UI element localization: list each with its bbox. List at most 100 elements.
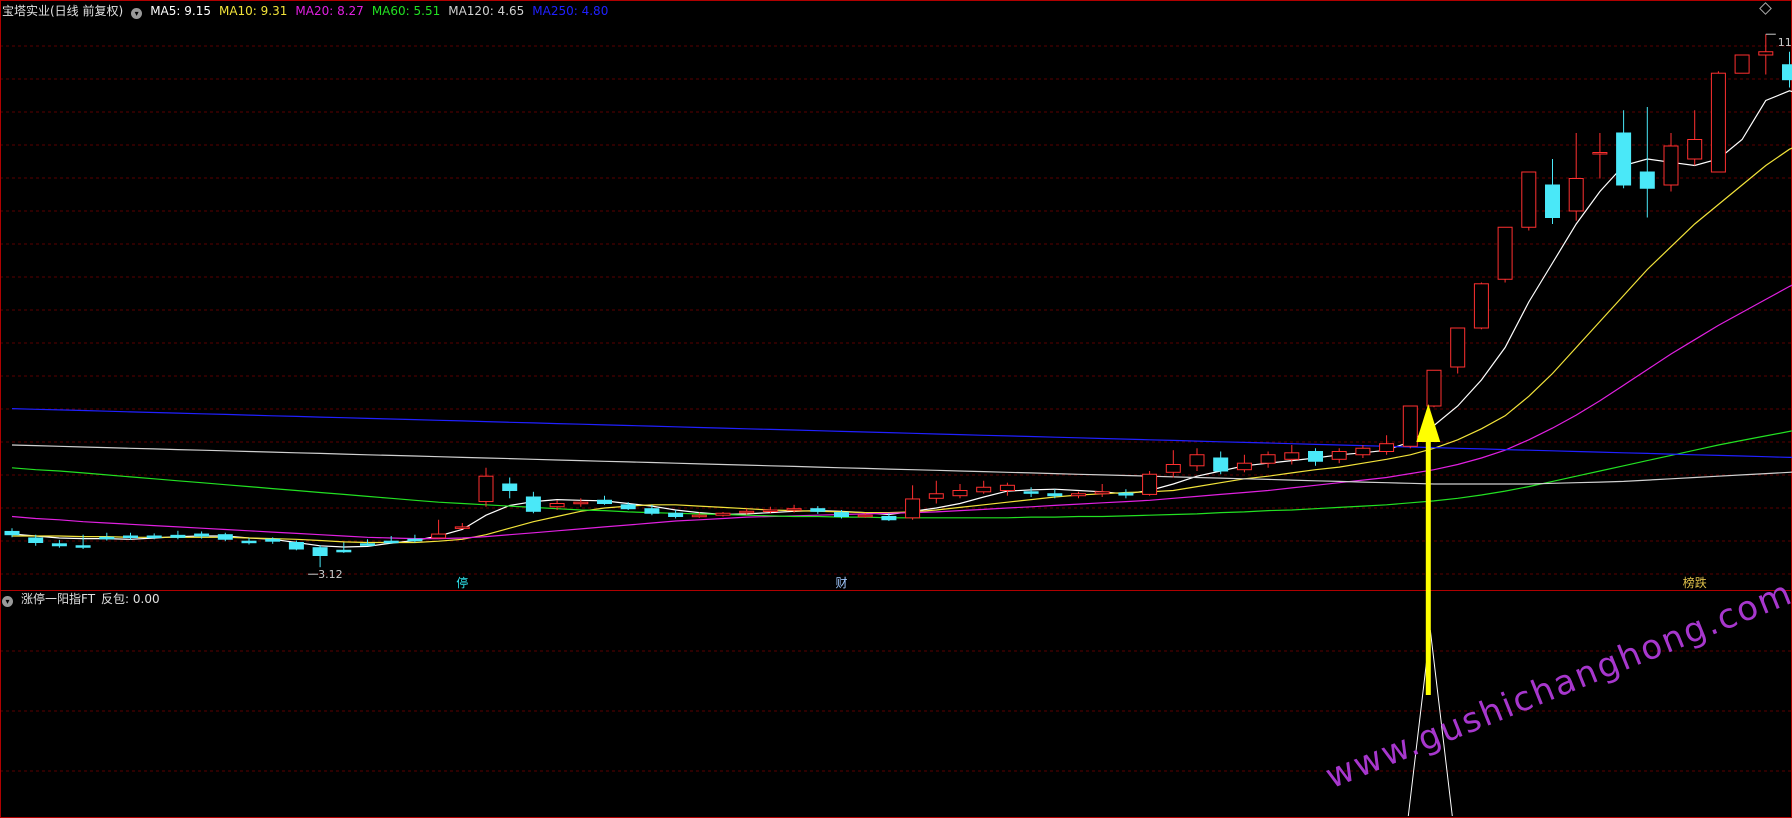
candle[interactable] (1071, 491, 1086, 499)
candle[interactable] (1497, 226, 1513, 283)
moving-average-lines (11, 90, 1792, 548)
candle[interactable] (1260, 451, 1276, 468)
candle[interactable] (1236, 454, 1252, 473)
ma-legend-item: MA10: 9.31 (218, 4, 288, 18)
candle[interactable] (1426, 369, 1442, 408)
candle[interactable] (383, 536, 399, 544)
candle-body-down (4, 530, 20, 536)
candle[interactable] (336, 542, 352, 553)
candle-body-up (857, 514, 873, 518)
candle[interactable] (1450, 327, 1466, 374)
candle[interactable] (1118, 489, 1134, 499)
candle[interactable] (999, 482, 1015, 496)
candle[interactable] (1189, 448, 1205, 471)
ma-legend-item: MA250: 4.80 (532, 4, 609, 18)
candle-body-down (194, 533, 210, 537)
candle[interactable] (928, 480, 944, 504)
candle-body-down (597, 499, 612, 504)
candle-body-down (834, 512, 849, 517)
candle[interactable] (1758, 34, 1774, 75)
candle-body-down (1213, 457, 1229, 472)
candle[interactable] (217, 532, 233, 542)
candle-body-down (668, 512, 684, 517)
candle-body-up (739, 510, 755, 514)
candle[interactable] (1545, 159, 1560, 224)
candle-body-down (881, 516, 897, 521)
candle-body-up (1236, 462, 1252, 471)
sub-indicator-title: 涨停一阳指FT (21, 592, 96, 606)
candle[interactable] (1023, 487, 1039, 497)
candle[interactable] (1402, 405, 1418, 449)
candle[interactable] (525, 491, 541, 514)
candle[interactable] (288, 540, 304, 551)
event-marker[interactable]: 停 (456, 575, 468, 590)
candle[interactable] (1213, 451, 1229, 475)
candle[interactable] (170, 530, 186, 540)
candle-body-up (1663, 145, 1679, 186)
candle[interactable] (1094, 484, 1110, 497)
candle[interactable] (1710, 71, 1726, 173)
event-marker[interactable]: 榜跌 (1683, 575, 1707, 590)
candle[interactable] (715, 511, 731, 517)
candle[interactable] (952, 484, 968, 499)
candle[interactable] (1616, 110, 1632, 189)
candle[interactable] (502, 477, 518, 499)
candle-body-up (999, 484, 1015, 491)
candle[interactable] (905, 485, 921, 520)
ma-legend: MA5: 9.15 MA10: 9.31 MA20: 8.27 MA60: 5.51 M… (150, 4, 616, 18)
candle-body-up (905, 498, 921, 519)
candle-body-up (1094, 491, 1110, 495)
candle[interactable] (241, 537, 257, 545)
low-price-label: 3.12 (318, 568, 343, 581)
candle[interactable] (1142, 471, 1158, 496)
candle[interactable] (431, 519, 447, 539)
candle-body-down (312, 547, 328, 557)
candle[interactable] (1521, 171, 1537, 231)
candle[interactable] (1592, 133, 1608, 179)
ma-legend-item: MA5: 9.15 (150, 4, 211, 18)
candle-body-down (217, 534, 233, 540)
candle-body-down (644, 508, 660, 514)
candle[interactable] (810, 506, 826, 514)
candle[interactable] (312, 545, 328, 568)
candle-body-up (1687, 139, 1703, 160)
candle-body-up (431, 533, 447, 539)
candle[interactable] (1687, 110, 1703, 166)
candle[interactable] (668, 510, 684, 519)
candle-body-up (1710, 72, 1726, 173)
candle[interactable] (1331, 448, 1347, 464)
ma-legend-item: MA20: 8.27 (295, 4, 364, 18)
candle[interactable] (1782, 51, 1792, 88)
candle[interactable] (1663, 133, 1679, 192)
candle-body-up (549, 503, 565, 508)
candle-body-up (1379, 443, 1395, 453)
candle[interactable] (597, 495, 612, 505)
candle[interactable] (1379, 435, 1395, 455)
candle-body-down (810, 508, 826, 512)
candle-body-down (502, 483, 518, 491)
candle[interactable] (976, 480, 992, 494)
high-price-label: 11.32 (1778, 36, 1792, 49)
candle[interactable] (1308, 448, 1323, 466)
sub-indicator-toggle-icon[interactable]: ▾ (2, 596, 13, 607)
candle-body-up (691, 514, 707, 518)
candle-body-down (1545, 184, 1560, 218)
candle[interactable] (1165, 450, 1181, 478)
candle-body-up (1165, 464, 1181, 473)
candle[interactable] (1734, 54, 1750, 74)
candle-body-up (1189, 454, 1205, 467)
candle[interactable] (1568, 133, 1584, 221)
candle[interactable] (1639, 107, 1655, 218)
candle-body-up (1426, 369, 1442, 407)
candle[interactable] (1355, 445, 1371, 458)
candle-body-down (336, 549, 352, 553)
candle[interactable] (1473, 282, 1489, 330)
indicator-toggle-icon[interactable]: ▾ (131, 8, 143, 19)
candle[interactable] (478, 467, 494, 507)
event-marker[interactable]: 财 (835, 576, 847, 590)
candle-body-down (51, 543, 67, 547)
candle-body-up (1331, 451, 1347, 460)
candle-body-down (170, 534, 186, 538)
candle-body-down (383, 540, 399, 544)
ma-legend-item: MA120: 4.65 (448, 4, 525, 18)
